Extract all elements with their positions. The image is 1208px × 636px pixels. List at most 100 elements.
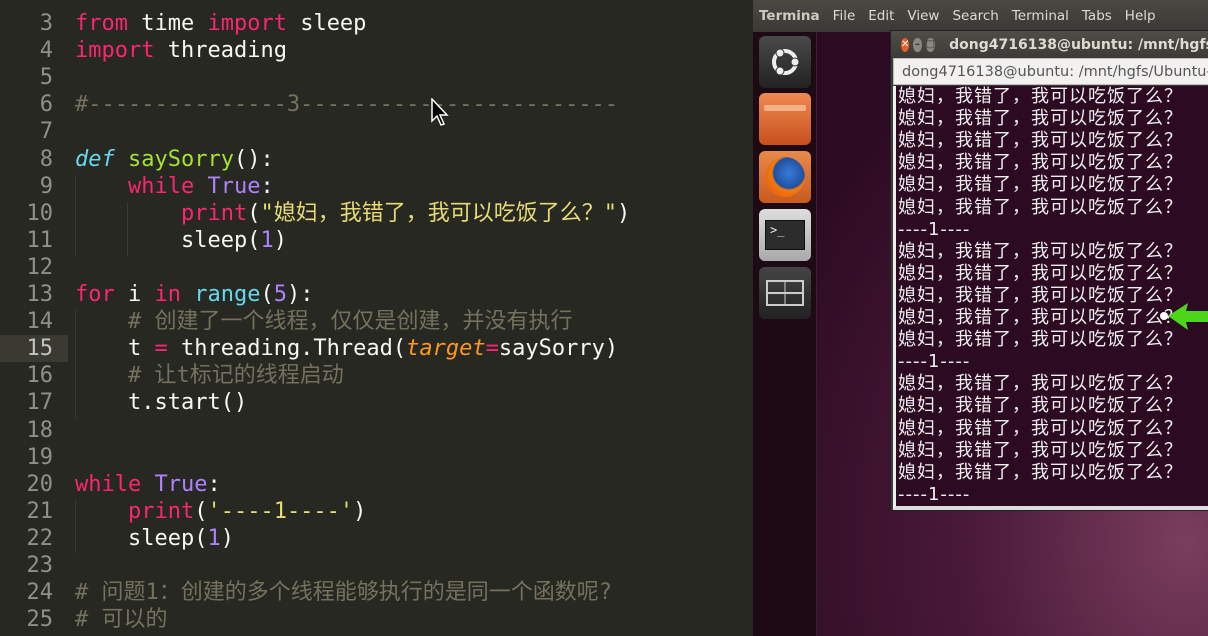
- code-token: time: [127, 11, 208, 36]
- line-number: 25: [26, 607, 54, 633]
- code-line[interactable]: 15 t = threading.Thread(target=saySorry): [0, 335, 753, 363]
- terminal-output-line: 媳妇，我错了，我可以吃饭了么？: [898, 284, 1183, 306]
- code-text: t = threading.Thread(target=saySorry): [75, 335, 618, 362]
- terminal-output-line: 媳妇，我错了，我可以吃饭了么？: [898, 240, 1183, 262]
- code-line[interactable]: 25 # 可以的: [0, 606, 753, 633]
- menu-help[interactable]: Help: [1125, 8, 1156, 24]
- menu-file[interactable]: File: [833, 8, 856, 24]
- code-token: from: [75, 11, 128, 36]
- line-number: 17: [26, 390, 54, 416]
- code-editor[interactable]: 3 from time import sleep 4 import threading…: [0, 0, 753, 636]
- code-line[interactable]: 9 while True:: [0, 173, 753, 200]
- code-text: print('----1----'): [75, 498, 366, 525]
- line-number: 22: [26, 525, 54, 551]
- menu-search[interactable]: Search: [952, 8, 998, 24]
- terminal-output-line: 媳妇，我错了，我可以吃饭了么？: [898, 395, 1183, 417]
- code-token: :: [260, 173, 274, 199]
- code-token: while: [127, 173, 195, 199]
- code-text: # 创建了一个线程，仅仅是创建，并没有执行: [75, 308, 573, 335]
- code-token: print: [180, 200, 248, 226]
- code-text: print("媳妇，我错了，我可以吃饭了么？"): [75, 200, 630, 227]
- code-line[interactable]: 12: [0, 254, 753, 281]
- code-line[interactable]: 18: [0, 417, 753, 444]
- code-token: while: [75, 471, 142, 497]
- line-number: 21: [26, 498, 54, 524]
- line-number: 16: [26, 363, 54, 389]
- code-line[interactable]: 4 import threading: [0, 37, 753, 64]
- code-token: :: [207, 471, 221, 497]
- code-token: # 让t标记的线程启动: [75, 363, 344, 389]
- code-line[interactable]: 20 while True:: [0, 471, 753, 498]
- code-line[interactable]: 14 # 创建了一个线程，仅仅是创建，并没有执行: [0, 308, 753, 335]
- code-token: 5: [273, 282, 287, 307]
- window-title: dong4716138@ubuntu: /mnt/hgfs/: [949, 36, 1208, 53]
- terminal-tab[interactable]: dong4716138@ubuntu: /mnt/hgfs/Ubuntu-sha: [893, 58, 1208, 85]
- code-line[interactable]: 17 t.start(): [0, 389, 753, 416]
- code-line[interactable]: 3 from time import sleep: [0, 10, 753, 37]
- terminal-title-bar: ✕ – □ dong4716138@ubuntu: /mnt/hgfs/: [891, 31, 1208, 58]
- code-token: 1: [207, 525, 221, 551]
- code-line[interactable]: 16 # 让t标记的线程启动: [0, 362, 753, 389]
- code-line[interactable]: 8 def saySorry():: [0, 146, 753, 173]
- terminal-output-line: 媳妇，我错了，我可以吃饭了么？: [898, 196, 1183, 218]
- menu-view[interactable]: View: [907, 8, 939, 24]
- ubuntu-desktop: Termina File Edit View Search Terminal T…: [753, 0, 1208, 636]
- firefox-icon[interactable]: [759, 151, 811, 203]
- menu-tabs[interactable]: Tabs: [1082, 8, 1112, 24]
- code-line[interactable]: 10 print("媳妇，我错了，我可以吃饭了么？"): [0, 200, 753, 227]
- line-number: 9: [39, 173, 53, 199]
- menu-bar: Termina File Edit View Search Terminal T…: [753, 0, 1208, 32]
- code-token: print: [127, 498, 195, 524]
- code-line[interactable]: 5: [0, 64, 753, 91]
- code-token: saySorry): [498, 336, 619, 362]
- code-text: # 让t标记的线程启动: [75, 362, 344, 389]
- minimize-icon[interactable]: –: [913, 37, 922, 52]
- code-token: "媳妇，我错了，我可以吃饭了么？": [260, 200, 617, 226]
- code-token: # 创建了一个线程，仅仅是创建，并没有执行: [75, 309, 573, 335]
- line-number: 13: [26, 282, 54, 307]
- code-text: def saySorry():: [75, 146, 274, 173]
- code-text: for i in range(5):: [75, 281, 313, 308]
- code-line[interactable]: 13 for i in range(5):: [0, 281, 753, 308]
- code-token: def: [75, 146, 115, 172]
- code-token: # 问题1：创建的多个线程能够执行的是同一个函数呢?: [75, 580, 612, 606]
- code-token: =: [485, 336, 499, 362]
- code-token: ): [220, 525, 234, 551]
- code-line[interactable]: 24 # 问题1：创建的多个线程能够执行的是同一个函数呢?: [0, 579, 753, 606]
- code-token: threading.Thread(: [167, 336, 407, 362]
- code-token: (: [247, 200, 261, 226]
- line-number: 19: [26, 444, 54, 470]
- workspace-switcher-icon[interactable]: [759, 267, 811, 319]
- line-number: 18: [26, 417, 54, 443]
- code-token: # 可以的: [75, 607, 168, 633]
- code-text: #---------------3-----------------------…: [75, 91, 618, 118]
- terminal-icon[interactable]: >_: [759, 209, 811, 261]
- terminal-output-line: ----1----: [898, 351, 971, 373]
- terminal-output[interactable]: 媳妇，我错了，我可以吃饭了么？ 媳妇，我错了，我可以吃饭了么？ 媳妇，我错了，我可以…: [893, 86, 1208, 510]
- ubuntu-dash-icon[interactable]: [759, 36, 811, 88]
- code-line[interactable]: 22 sleep(1): [0, 525, 753, 552]
- code-token: ():: [233, 146, 274, 172]
- code-line[interactable]: 21 print('----1----'): [0, 498, 753, 525]
- code-token: =: [154, 336, 168, 362]
- code-line[interactable]: 7: [0, 118, 753, 145]
- files-icon[interactable]: [759, 93, 811, 145]
- code-text: # 可以的: [75, 606, 168, 633]
- close-icon[interactable]: ✕: [901, 37, 910, 52]
- code-line[interactable]: 23: [0, 552, 753, 579]
- code-line[interactable]: 11 sleep(1): [0, 227, 753, 254]
- code-text: from time import sleep: [75, 10, 366, 37]
- app-name: Termina: [759, 8, 820, 24]
- terminal-output-line: ----1----: [898, 218, 971, 240]
- menu-edit[interactable]: Edit: [868, 8, 894, 24]
- code-line[interactable]: 19: [0, 444, 753, 471]
- maximize-icon[interactable]: □: [925, 37, 936, 52]
- menu-terminal[interactable]: Terminal: [1012, 8, 1069, 24]
- code-token: (: [260, 282, 274, 307]
- line-number: 11: [26, 227, 54, 253]
- code-line[interactable]: 6 #---------------3----------------------…: [0, 91, 753, 118]
- terminal-output-line: 媳妇，我错了，我可以吃饭了么？: [898, 86, 1183, 107]
